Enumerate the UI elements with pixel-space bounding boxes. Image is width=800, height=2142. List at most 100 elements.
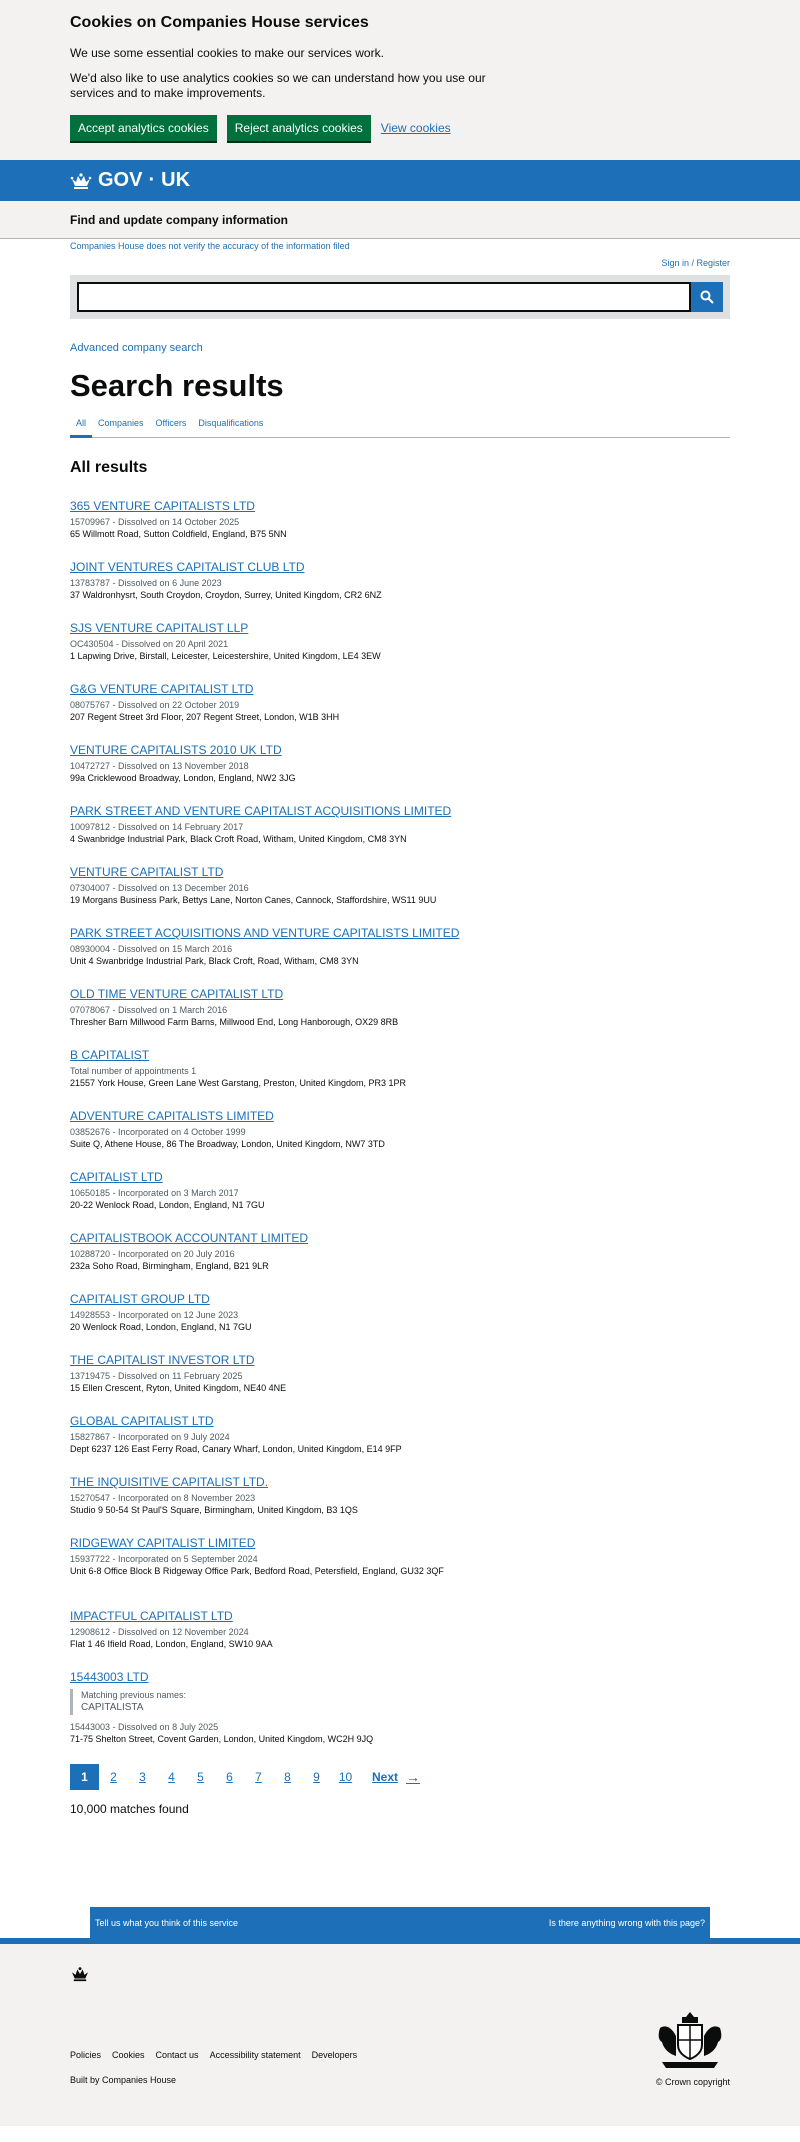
result-title-link[interactable]: THE INQUISITIVE CAPITALIST LTD. <box>70 1475 730 1490</box>
footer-link-policies[interactable]: Policies <box>70 2050 101 2060</box>
search-icon <box>700 290 714 304</box>
result-meta: 15270547 - Incorporated on 8 November 20… <box>70 1493 256 1503</box>
report-problem-link[interactable]: Is there anything wrong with this page? <box>549 1918 705 1928</box>
page-3[interactable]: 3 <box>128 1764 157 1790</box>
result-item: VENTURE CAPITALISTS 2010 UK LTD 10472727 … <box>70 743 730 804</box>
cookie-text-2: We'd also like to use analytics cookies … <box>70 71 486 100</box>
result-address: Unit 6-8 Office Block B Ridgeway Office … <box>70 1566 444 1576</box>
result-title-link[interactable]: 365 VENTURE CAPITALISTS LTD <box>70 499 730 514</box>
result-address: 232a Soho Road, Birmingham, England, B21… <box>70 1261 269 1271</box>
page-5[interactable]: 5 <box>186 1764 215 1790</box>
footer-link-developers[interactable]: Developers <box>312 2050 358 2060</box>
result-address: 20 Wenlock Road, London, England, N1 7GU <box>70 1322 252 1332</box>
arrow-right-icon: → <box>406 1769 421 1785</box>
result-address: Studio 9 50-54 St Paul'S Square, Birming… <box>70 1505 358 1515</box>
result-title-link[interactable]: ADVENTURE CAPITALISTS LIMITED <box>70 1109 730 1124</box>
result-title-link[interactable]: RIDGEWAY CAPITALIST LIMITED <box>70 1536 730 1551</box>
page-7[interactable]: 7 <box>244 1764 273 1790</box>
result-address: 37 Waldronhysrt, South Croydon, Croydon,… <box>70 590 382 600</box>
result-title-link[interactable]: G&G VENTURE CAPITALIST LTD <box>70 682 730 697</box>
result-title-link[interactable]: PARK STREET AND VENTURE CAPITALIST ACQUI… <box>70 804 730 819</box>
result-item: SJS VENTURE CAPITALIST LLP OC430504 - Dis… <box>70 621 730 682</box>
tab-officers[interactable]: Officers <box>150 417 193 438</box>
govuk-logo[interactable]: GOV · UK <box>70 169 190 192</box>
crown-copyright-link[interactable]: © Crown copyright <box>656 2077 730 2087</box>
logo-text-gov: GOV <box>98 169 143 191</box>
page-title: Search results <box>70 368 284 403</box>
result-address: Suite Q, Athene House, 86 The Broadway, … <box>70 1139 385 1149</box>
result-meta: 12908612 - Dissolved on 12 November 2024 <box>70 1627 249 1637</box>
built-by-prefix: Built by <box>70 2075 103 2085</box>
advanced-search-link[interactable]: Advanced company search <box>70 342 730 354</box>
next-page-link[interactable]: Next → <box>372 1769 420 1785</box>
result-item: PARK STREET AND VENTURE CAPITALIST ACQUI… <box>70 804 730 865</box>
result-title-link[interactable]: SJS VENTURE CAPITALIST LLP <box>70 621 730 636</box>
view-cookies-link[interactable]: View cookies <box>381 121 451 135</box>
tab-all[interactable]: All <box>70 417 93 438</box>
result-address: Unit 4 Swanbridge Industrial Park, Black… <box>70 956 359 966</box>
result-meta: 10097812 - Dissolved on 14 February 2017 <box>70 822 244 832</box>
footer-link-cookies[interactable]: Cookies <box>112 2050 145 2060</box>
result-title-link[interactable]: CAPITALIST GROUP LTD <box>70 1292 730 1307</box>
search-button[interactable] <box>691 282 723 312</box>
result-item: OLD TIME VENTURE CAPITALIST LTD 07078067 … <box>70 987 730 1048</box>
footer-link-contact[interactable]: Contact us <box>156 2050 199 2060</box>
page-4[interactable]: 4 <box>157 1764 186 1790</box>
accuracy-notice-link[interactable]: Companies House does not verify the accu… <box>70 241 350 251</box>
results-heading: All results <box>70 459 148 476</box>
result-title-link[interactable]: VENTURE CAPITALIST LTD <box>70 865 730 880</box>
result-item: PARK STREET ACQUISITIONS AND VENTURE CAP… <box>70 926 730 987</box>
page-6[interactable]: 6 <box>215 1764 244 1790</box>
built-by: Built by Companies House <box>70 2075 176 2085</box>
footer-links: Policies Cookies Contact us Accessibilit… <box>70 2050 357 2060</box>
result-meta: OC430504 - Dissolved on 20 April 2021 <box>70 639 229 649</box>
cookie-title: Cookies on Companies House services <box>70 14 369 31</box>
result-title-link[interactable]: GLOBAL CAPITALIST LTD <box>70 1414 730 1429</box>
footer-link-accessibility[interactable]: Accessibility statement <box>210 2050 301 2060</box>
result-address: 65 Willmott Road, Sutton Coldfield, Engl… <box>70 529 287 539</box>
result-meta: 15937722 - Incorporated on 5 September 2… <box>70 1554 258 1564</box>
pagination: 1 2 3 4 5 6 7 8 9 10 Next → <box>70 1764 730 1790</box>
result-title-link[interactable]: CAPITALISTBOOK ACCOUNTANT LIMITED <box>70 1231 730 1246</box>
result-meta: 15827867 - Incorporated on 9 July 2024 <box>70 1432 230 1442</box>
result-title-link[interactable]: 15443003 LTD <box>70 1670 730 1685</box>
result-title-link[interactable]: OLD TIME VENTURE CAPITALIST LTD <box>70 987 730 1002</box>
tab-disqualifications[interactable]: Disqualifications <box>192 417 269 438</box>
result-meta: 14928553 - Incorporated on 12 June 2023 <box>70 1310 239 1320</box>
result-title-link[interactable]: VENTURE CAPITALISTS 2010 UK LTD <box>70 743 730 758</box>
accept-cookies-button[interactable]: Accept analytics cookies <box>70 115 217 141</box>
result-address: 1 Lapwing Drive, Birstall, Leicester, Le… <box>70 651 381 661</box>
match-count: 10,000 matches found <box>70 1802 189 1816</box>
result-address: 207 Regent Street 3rd Floor, 207 Regent … <box>70 712 340 722</box>
result-title-link[interactable]: THE CAPITALIST INVESTOR LTD <box>70 1353 730 1368</box>
tab-companies[interactable]: Companies <box>92 417 150 438</box>
search-input[interactable] <box>77 282 691 312</box>
reject-cookies-button[interactable]: Reject analytics cookies <box>226 115 371 141</box>
service-name[interactable]: Find and update company information <box>70 213 288 227</box>
result-title-link[interactable]: CAPITALIST LTD <box>70 1170 730 1185</box>
royal-coat-of-arms-icon <box>658 2012 722 2068</box>
page-10[interactable]: 10 <box>331 1764 360 1790</box>
feedback-link[interactable]: Tell us what you think of this service <box>95 1918 238 1928</box>
result-title-link[interactable]: JOINT VENTURES CAPITALIST CLUB LTD <box>70 560 730 575</box>
result-address: 21557 York House, Green Lane West Garsta… <box>70 1078 407 1088</box>
result-title-link[interactable]: PARK STREET ACQUISITIONS AND VENTURE CAP… <box>70 926 730 941</box>
result-item: 15443003 LTD Matching previous names: CA… <box>70 1670 730 1745</box>
result-meta: 08075767 - Dissolved on 22 October 2019 <box>70 700 240 710</box>
result-item: VENTURE CAPITALIST LTD 07304007 - Dissolv… <box>70 865 730 926</box>
result-title-link[interactable]: IMPACTFUL CAPITALIST LTD <box>70 1609 730 1624</box>
page-1[interactable]: 1 <box>70 1764 99 1790</box>
sign-in-link[interactable]: Sign in / Register <box>661 258 730 268</box>
feedback-bar: Tell us what you think of this service I… <box>90 1907 710 1938</box>
footer: Policies Cookies Contact us Accessibilit… <box>0 1938 800 2126</box>
companies-house-link[interactable]: Companies House <box>102 2075 176 2085</box>
service-bar: Find and update company information <box>0 201 800 239</box>
page-9[interactable]: 9 <box>302 1764 331 1790</box>
page-8[interactable]: 8 <box>273 1764 302 1790</box>
logo-dot: · <box>148 169 156 191</box>
result-title-link[interactable]: B CAPITALIST <box>70 1048 730 1063</box>
result-item: JOINT VENTURES CAPITALIST CLUB LTD 137837… <box>70 560 730 621</box>
result-item: GLOBAL CAPITALIST LTD 15827867 - Incorpor… <box>70 1414 730 1475</box>
page-2[interactable]: 2 <box>99 1764 128 1790</box>
result-meta: 10288720 - Incorporated on 20 July 2016 <box>70 1249 235 1259</box>
